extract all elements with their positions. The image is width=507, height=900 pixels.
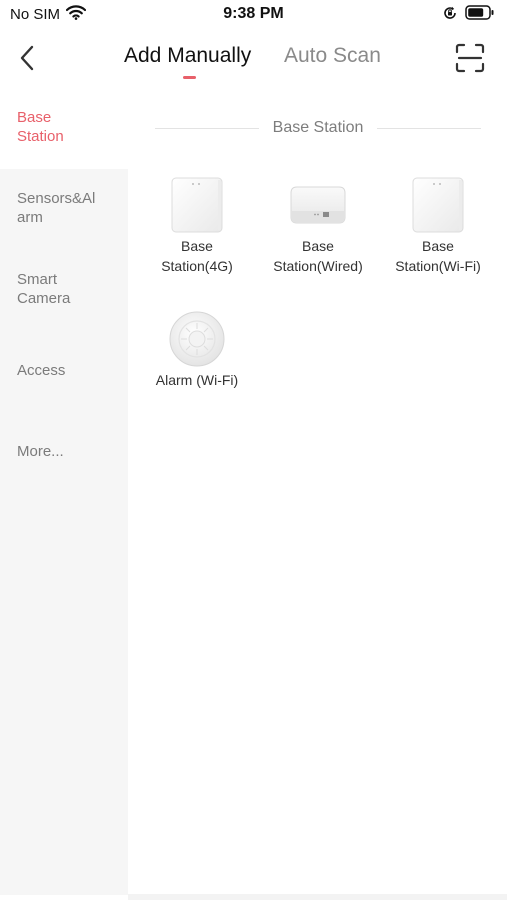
category-sidebar: Base Station Sensors&Al arm Smart Camera… (0, 95, 128, 895)
divider-left (155, 127, 259, 129)
battery-icon (465, 5, 495, 25)
base-station-wired-icon (258, 174, 378, 236)
sidebar-item-sensors-alarm[interactable]: Sensors&Al arm (0, 189, 128, 227)
base-station-wifi-icon (378, 174, 498, 236)
tab-add-manually[interactable]: Add Manually (124, 44, 251, 68)
status-bar: No SIM 9:38 PM (0, 0, 507, 30)
device-label: Base Station(Wi-Fi) (395, 238, 481, 274)
screen: No SIM 9:38 PM Add Manually Auto Scan Ba… (0, 0, 507, 900)
device-alarm-wifi[interactable]: Alarm (Wi-Fi) (137, 308, 257, 390)
back-button[interactable] (12, 42, 42, 74)
sidebar-item-more[interactable]: More... (0, 442, 128, 461)
section-title: Base Station (272, 119, 364, 136)
bottom-edge (128, 894, 507, 900)
status-time: 9:38 PM (223, 5, 284, 22)
divider-right (377, 127, 482, 129)
sidebar-item-access[interactable]: Access (0, 361, 128, 380)
scan-button[interactable] (455, 43, 485, 73)
chevron-left-icon (20, 45, 34, 71)
base-station-4g-icon (137, 174, 257, 236)
device-base-station-4g[interactable]: Base Station(4G) (137, 174, 257, 276)
tab-auto-scan[interactable]: Auto Scan (284, 44, 381, 68)
section-header: Base Station (155, 118, 482, 138)
device-base-station-wired[interactable]: Base Station(Wired) (258, 174, 378, 276)
sidebar-item-smart-camera[interactable]: Smart Camera (0, 270, 128, 308)
sidebar-item-base-station[interactable]: Base Station (0, 95, 128, 169)
device-base-station-wifi[interactable]: Base Station(Wi-Fi) (378, 174, 498, 276)
nav-bar: Add Manually Auto Scan (0, 30, 507, 90)
device-label: Base Station(Wired) (273, 238, 363, 274)
scan-frame-icon (455, 43, 485, 73)
device-label: Base Station(4G) (161, 238, 233, 274)
active-tab-indicator (183, 76, 196, 79)
device-content: Base Station Base Station(4G) Base Stati… (128, 95, 507, 900)
status-right (443, 5, 495, 25)
device-label: Alarm (Wi-Fi) (155, 372, 239, 388)
orientation-lock-icon (443, 6, 457, 25)
alarm-wifi-icon (137, 308, 257, 370)
